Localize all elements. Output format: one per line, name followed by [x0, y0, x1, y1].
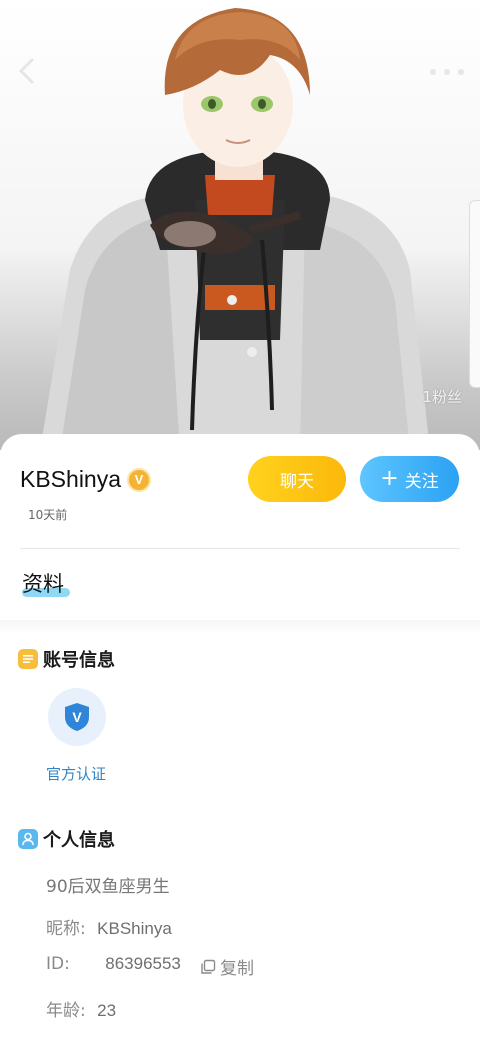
follow-button[interactable]: + 关注 [360, 456, 459, 502]
side-drawer-handle[interactable] [469, 200, 480, 388]
id-value: 86396553 [105, 954, 181, 973]
shield-mark: V [72, 709, 82, 725]
last-active-time: 10天前 [28, 508, 68, 522]
profile-name: KBShinya [20, 466, 122, 492]
official-verification-label: 官方认证 [46, 765, 107, 783]
shield-v-icon: V [65, 703, 89, 731]
fans-count[interactable]: 1粉丝 [422, 386, 462, 407]
official-verification-badge[interactable]: V [48, 688, 106, 746]
user-icon [18, 829, 38, 849]
nickname-key: 昵称: [46, 919, 86, 939]
account-info-header: 账号信息 [18, 646, 115, 672]
profile-cover-image: 1粉丝 [0, 0, 480, 450]
id-row: ID: 86396553 [46, 954, 181, 974]
copy-icon [201, 959, 216, 974]
divider [20, 548, 460, 549]
back-arrow-icon[interactable] [18, 58, 48, 88]
id-key: ID: [46, 954, 70, 974]
nickname-row: 昵称: KBShinya [46, 914, 172, 939]
list-icon [18, 649, 38, 669]
plus-icon: + [380, 466, 399, 491]
chat-button-label: 聊天 [280, 471, 314, 492]
character-illustration [40, 8, 430, 450]
age-key: 年龄: [46, 1001, 86, 1021]
bio-text: 90后双鱼座男生 [46, 877, 170, 897]
profile-card: KBShinya V 10天前 聊天 + 关注 资料 账号信息 V 官方认证 个… [0, 434, 480, 1040]
copy-label: 复制 [220, 959, 254, 979]
personal-info-header: 个人信息 [18, 826, 115, 852]
age-row: 年龄: 23 [46, 996, 116, 1021]
more-dots-icon[interactable] [430, 60, 464, 84]
age-value: 23 [97, 1001, 117, 1020]
tab-profile-info[interactable]: 资料 [22, 568, 70, 598]
account-info-title: 账号信息 [43, 650, 115, 671]
verified-v-icon: V [127, 467, 152, 492]
section-separator [0, 620, 480, 634]
personal-info-title: 个人信息 [43, 830, 115, 851]
nickname-value: KBShinya [97, 919, 172, 938]
follow-button-label: 关注 [404, 471, 439, 492]
tab-label: 资料 [22, 572, 64, 596]
name-row: KBShinya V [20, 466, 152, 493]
copy-id-button[interactable]: 复制 [200, 954, 254, 979]
chat-button[interactable]: 聊天 [248, 456, 346, 502]
